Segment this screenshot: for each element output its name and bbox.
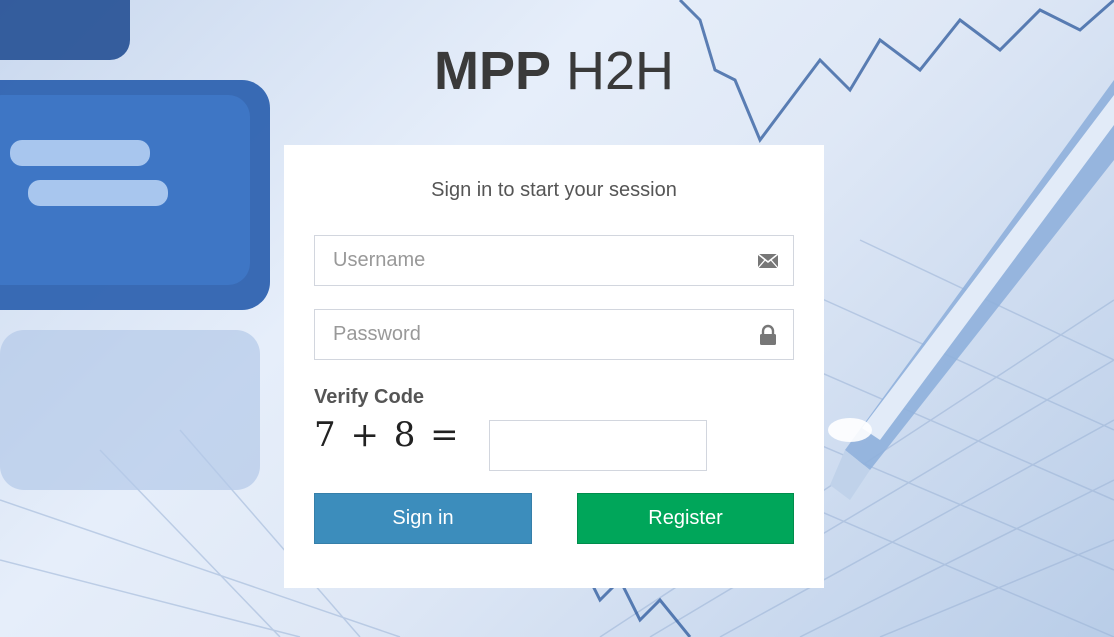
- lock-icon: [757, 324, 779, 346]
- verify-code-label: Verify Code: [314, 386, 425, 408]
- logo-bold: MPP: [433, 41, 551, 101]
- password-input[interactable]: [315, 310, 753, 359]
- app-logo: MPP H2H: [0, 40, 1108, 102]
- username-input[interactable]: [315, 236, 753, 285]
- login-box: Sign in to start your session Verify Cod…: [284, 145, 824, 588]
- envelope-icon: [757, 250, 779, 272]
- login-box-message: Sign in to start your session: [431, 179, 677, 201]
- register-button[interactable]: Register: [577, 493, 794, 544]
- verify-code-input[interactable]: [489, 420, 707, 471]
- logo-light: H2H: [551, 41, 675, 101]
- password-field: [314, 309, 794, 360]
- signin-button[interactable]: Sign in: [314, 493, 532, 544]
- captcha-image: 7 + 8 =: [314, 415, 461, 455]
- username-field: [314, 235, 794, 286]
